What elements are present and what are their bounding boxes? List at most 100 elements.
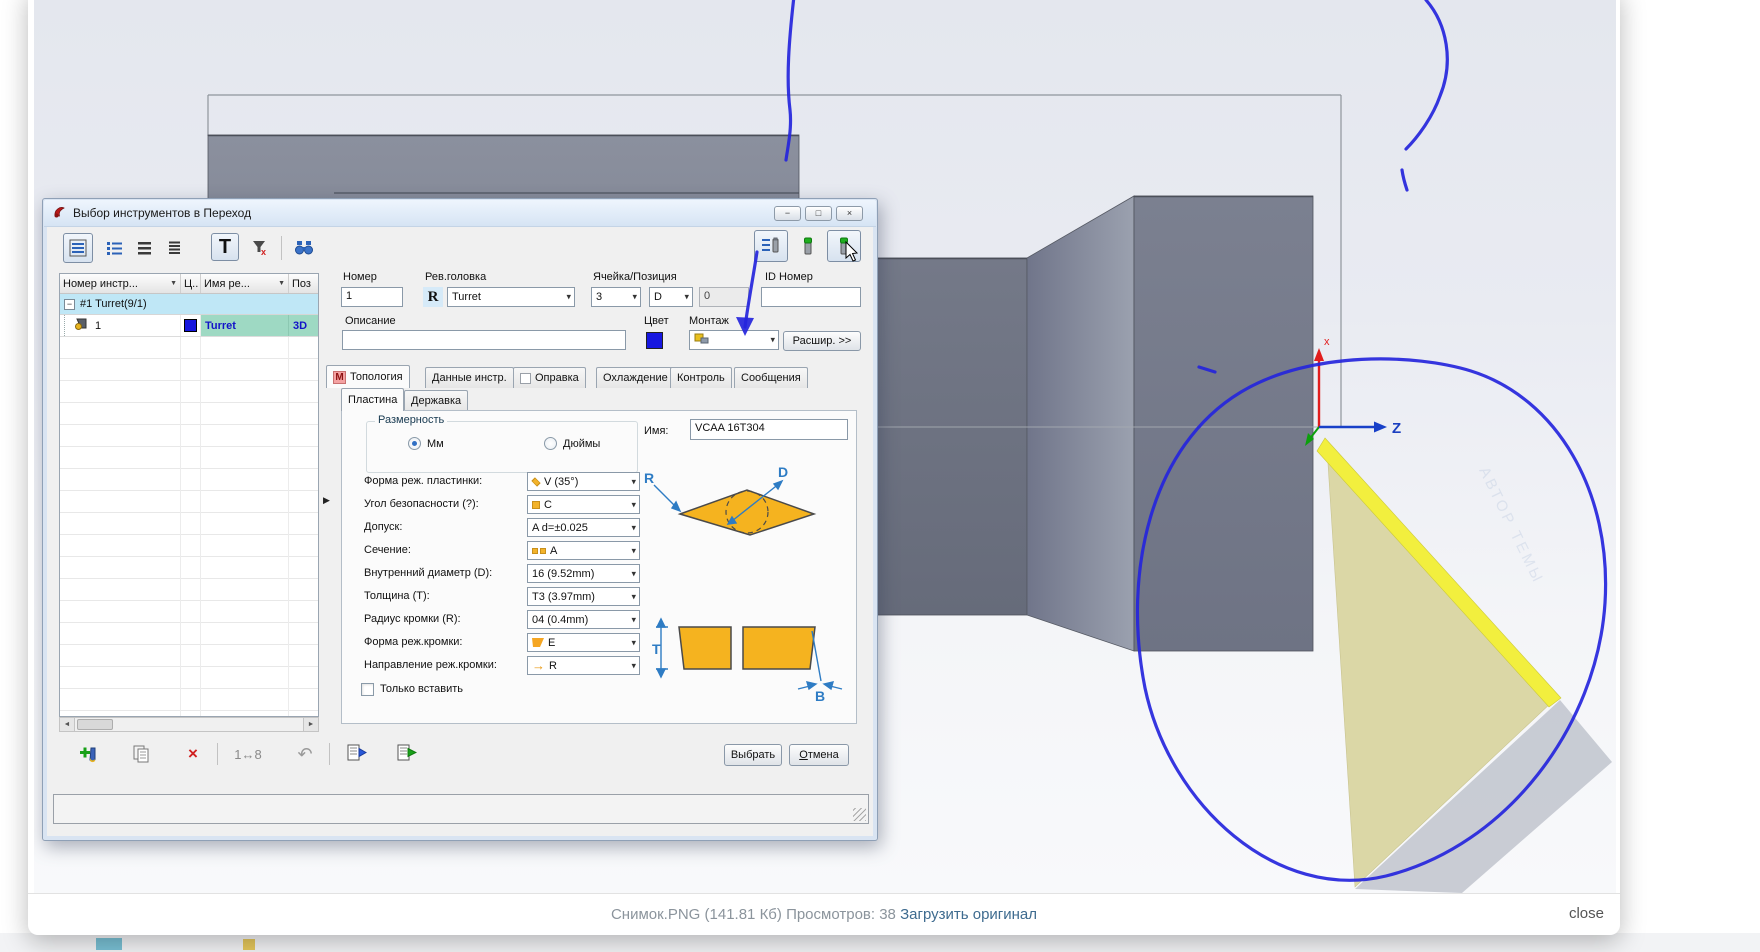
edge-shape-select[interactable]: E ▾: [527, 633, 640, 652]
turret-view-button[interactable]: [754, 230, 788, 262]
number-label: Номер: [343, 271, 377, 283]
lightbox-caption-bar: Снимок.PNG (141.81 Кб) Просмотров: 38 За…: [28, 893, 1620, 935]
rev-head-select[interactable]: Turret ▾: [447, 287, 575, 307]
turning-tool-icon: [73, 316, 89, 335]
corner-radius-select[interactable]: 04 (0.4mm) ▾: [527, 610, 640, 629]
column-header-color[interactable]: Ц..: [181, 274, 201, 293]
insert-only-checkbox[interactable]: [361, 683, 374, 696]
tool-selection-dialog: Выбор инструментов в Переход − □ × T x Н…: [42, 198, 878, 841]
tool-color-picker[interactable]: [646, 332, 663, 349]
cross-section-icon: [532, 547, 546, 554]
column-header-name[interactable]: Имя ре... ▼: [201, 274, 289, 293]
tree-guide: [64, 315, 65, 336]
dialog-titlebar[interactable]: Выбор инструментов в Переход: [44, 200, 876, 227]
panel-splitter-toggle[interactable]: ▶: [323, 495, 330, 506]
image-caption: Снимок.PNG (141.81 Кб) Просмотров: 38 За…: [611, 906, 1037, 923]
tolerance-select[interactable]: A d=±0.025 ▾: [527, 518, 640, 537]
export-tool-button[interactable]: [393, 741, 419, 767]
chevron-down-icon: ▾: [632, 291, 637, 302]
inner-diameter-select[interactable]: 16 (9.52mm) ▾: [527, 564, 640, 583]
param-label: Радиус кромки (R):: [364, 613, 461, 625]
delete-x-icon: ×: [188, 744, 198, 763]
tool-color-swatch[interactable]: [184, 319, 197, 332]
position-select[interactable]: D ▾: [649, 287, 693, 307]
renumber-button[interactable]: 1↔8: [231, 743, 265, 765]
add-tool-button[interactable]: [76, 741, 102, 767]
radio-inch[interactable]: [544, 437, 557, 450]
number-input[interactable]: 1: [341, 287, 403, 307]
copy-icon: [133, 745, 149, 763]
scroll-right-icon[interactable]: ►: [303, 718, 318, 731]
filter-x-icon: x: [253, 241, 266, 257]
table-horizontal-scrollbar[interactable]: ◄ ►: [59, 717, 319, 732]
collapse-icon[interactable]: −: [64, 298, 75, 310]
text-mode-button[interactable]: T: [211, 233, 239, 261]
delete-tool-button[interactable]: ×: [181, 741, 205, 767]
scroll-thumb[interactable]: [77, 719, 113, 730]
resize-grip[interactable]: [853, 808, 866, 821]
tab-topology[interactable]: M Топология: [326, 365, 410, 388]
chevron-down-icon: ▾: [684, 291, 689, 302]
minimize-button[interactable]: −: [774, 206, 801, 221]
filter-chevron-icon[interactable]: ▼: [278, 280, 285, 287]
subtab-holder[interactable]: Державка: [404, 390, 469, 411]
view-table-button[interactable]: [161, 235, 187, 261]
renumber-icon: 1↔8: [234, 746, 262, 762]
clearance-angle-select[interactable]: C ▾: [527, 495, 640, 514]
rev-head-label: Рев.головка: [425, 271, 487, 283]
thickness-select[interactable]: T3 (3.97mm) ▾: [527, 587, 640, 606]
insert-shape-select[interactable]: V (35°) ▾: [527, 472, 640, 491]
cross-section-select[interactable]: A ▾: [527, 541, 640, 560]
cell-select[interactable]: 3 ▾: [591, 287, 641, 307]
column-header-position[interactable]: Поз: [289, 274, 318, 293]
letter-t-icon: T: [218, 235, 232, 258]
edge-direction-select[interactable]: → R ▾: [527, 656, 640, 675]
view-small-button[interactable]: [131, 235, 157, 261]
table-empty-rows: [60, 337, 318, 716]
id-number-input[interactable]: [761, 287, 861, 307]
param-label: Направление реж.кромки:: [364, 659, 497, 671]
table-group-row[interactable]: − #1 Turret(9/1): [60, 294, 318, 315]
cancel-button[interactable]: Отмена: [789, 744, 849, 766]
forum-page-behind: [0, 933, 1760, 952]
edge-shape-icon: [532, 638, 544, 647]
close-button[interactable]: ×: [836, 206, 863, 221]
modified-icon: M: [333, 370, 346, 384]
undo-button[interactable]: ↶: [293, 741, 317, 767]
subtab-plate[interactable]: Пластина: [341, 388, 405, 411]
tab-tool-data[interactable]: Данные инстр.: [425, 367, 514, 388]
mount-select[interactable]: ▾: [689, 330, 779, 350]
tab-control[interactable]: Контроль: [670, 367, 732, 388]
select-button[interactable]: Выбрать: [724, 744, 782, 766]
page-background: x Z АВТОР ТЕМЫ Выбор инструментов в Пере…: [0, 0, 1760, 952]
scroll-left-icon[interactable]: ◄: [60, 718, 75, 731]
image-filename: Снимок.PNG (141.81 Кб): [610, 906, 782, 923]
maximize-button[interactable]: □: [805, 206, 832, 221]
tab-messages[interactable]: Сообщения: [734, 367, 808, 388]
column-header-number[interactable]: Номер инстр... ▼: [60, 274, 181, 293]
name-label: Имя:: [644, 425, 669, 437]
lightbox-close-link[interactable]: close: [1569, 905, 1604, 922]
download-original-link[interactable]: Загрузить оригинал: [900, 906, 1037, 923]
tool-table: Номер инстр... ▼ Ц.. Имя ре... ▼ Поз − #1 …: [59, 273, 319, 717]
tab-coolant[interactable]: Охлаждение: [596, 367, 675, 388]
search-button[interactable]: [291, 235, 317, 261]
view-large-icons-button[interactable]: [63, 233, 93, 263]
filter-clear-button[interactable]: x: [247, 235, 273, 261]
copy-tool-button[interactable]: [128, 741, 154, 767]
description-label: Описание: [345, 315, 396, 327]
rows-icon: [137, 241, 151, 254]
svg-text:x: x: [261, 247, 266, 257]
import-tool-button[interactable]: [343, 741, 369, 767]
tab-holder[interactable]: Оправка: [513, 367, 586, 388]
description-input[interactable]: [342, 330, 626, 350]
filter-chevron-icon[interactable]: ▼: [170, 280, 177, 287]
table-row[interactable]: 1 Turret 3D: [60, 315, 318, 337]
mount-scheme-icon: [694, 332, 710, 348]
tool-store-button[interactable]: [793, 232, 822, 260]
radio-inch-label: Дюймы: [563, 438, 601, 450]
radio-mm[interactable]: [408, 437, 421, 450]
expand-button[interactable]: Расшир. >>: [783, 331, 861, 351]
view-list-button[interactable]: [101, 235, 127, 261]
name-input[interactable]: VCAA 16T304: [690, 419, 848, 440]
